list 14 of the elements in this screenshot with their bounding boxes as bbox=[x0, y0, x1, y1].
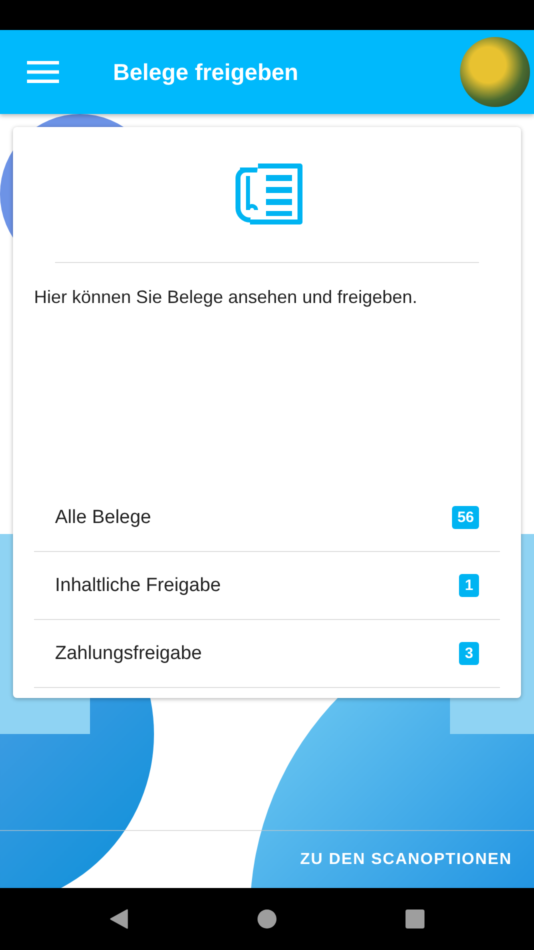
home-icon[interactable] bbox=[257, 909, 277, 929]
item-label: Inhaltliche Freigabe bbox=[55, 574, 221, 596]
description-text: Hier können Sie Belege ansehen und freigeben. bbox=[34, 287, 418, 308]
count-badge: 3 bbox=[459, 642, 479, 665]
list-item[interactable]: Inhaltliche Freigabe 1 bbox=[34, 552, 500, 620]
recents-icon[interactable] bbox=[405, 909, 425, 929]
back-icon[interactable] bbox=[109, 909, 129, 929]
count-badge: 1 bbox=[459, 574, 479, 597]
count-badge: 56 bbox=[452, 506, 479, 529]
list-item[interactable]: Alle Belege 56 bbox=[34, 484, 500, 552]
screen-title: Belege freigeben bbox=[113, 58, 300, 86]
list-item[interactable]: Zahlungsfreigabe 3 bbox=[34, 620, 500, 688]
item-label: Zahlungsfreigabe bbox=[55, 642, 202, 664]
item-label: Alle Belege bbox=[55, 506, 152, 528]
